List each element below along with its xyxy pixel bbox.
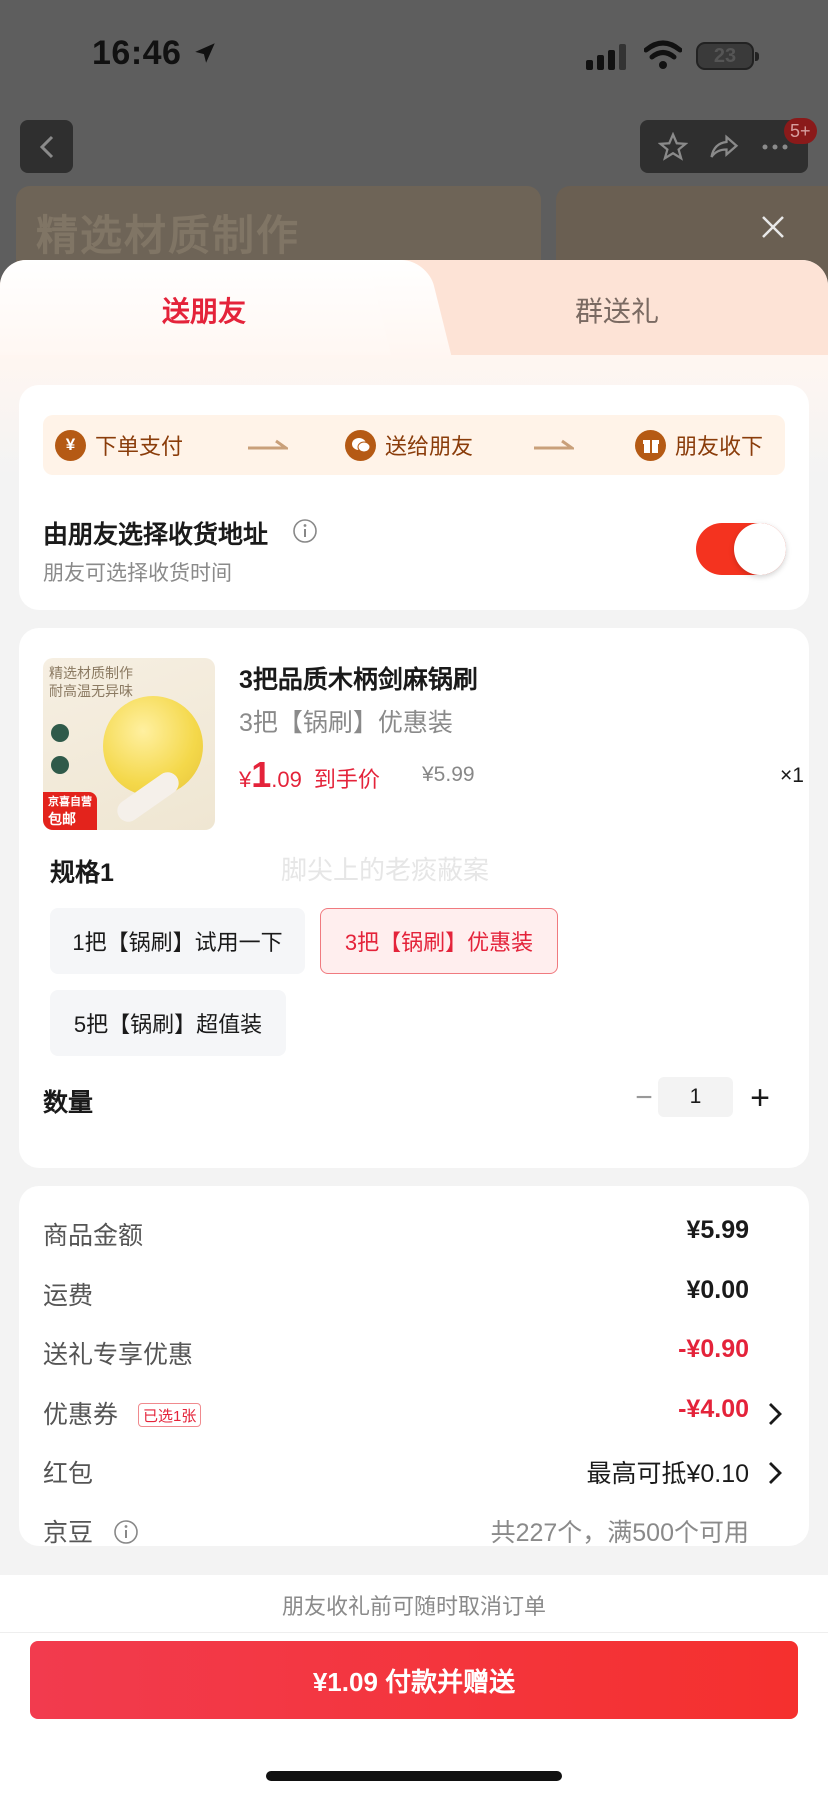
summary-label: 送礼专享优惠 — [43, 1341, 194, 1369]
tab-send-friend-label[interactable]: 送朋友 — [162, 290, 246, 330]
summary-row-jd-beans: 京豆 共227个，满500个可用 — [43, 1513, 809, 1553]
flow-step-label: 朋友收下 — [675, 434, 764, 459]
status-time: 16:46 — [92, 34, 182, 72]
background-page: 16:46 23 5+ 精选材质制作 — [0, 0, 828, 286]
watermark-text: 脚尖上的老痰蔽案 — [281, 855, 490, 885]
back-button[interactable] — [20, 120, 73, 173]
address-option-title: 由朋友选择收货地址 — [43, 521, 269, 549]
tab-bar: 送朋友 群送礼 — [0, 260, 828, 370]
summary-label: 优惠券 — [43, 1401, 119, 1429]
home-indicator — [266, 1771, 562, 1781]
summary-label: 京豆 — [43, 1519, 94, 1547]
arrow-right-icon — [534, 439, 574, 450]
spec-option-5[interactable]: 5把【锅刷】超值装 — [50, 990, 286, 1056]
info-icon[interactable] — [113, 1519, 139, 1545]
top-actions — [640, 120, 808, 173]
location-arrow-icon — [195, 43, 215, 63]
summary-value: ¥5.99 — [686, 1216, 749, 1244]
feature-dot-icon — [51, 724, 69, 742]
spec-option-1[interactable]: 1把【锅刷】试用一下 — [50, 908, 305, 974]
battery-level: 23 — [713, 44, 737, 67]
summary-value: -¥4.00 — [678, 1395, 749, 1423]
star-icon[interactable] — [658, 131, 689, 162]
tag-line: 包邮 — [48, 811, 76, 827]
chevron-right-icon[interactable] — [767, 1401, 783, 1427]
summary-label: 运费 — [43, 1282, 94, 1310]
banner-text: 精选材质制作 — [36, 212, 301, 259]
quantity-label: 数量 — [43, 1089, 94, 1117]
original-price: ¥5.99 — [422, 763, 475, 786]
friend-address-toggle[interactable] — [696, 523, 786, 575]
coupon-selected-tag: 已选1张 — [138, 1403, 202, 1427]
flow-step-send: 送给朋友 — [345, 429, 473, 461]
thumbnail-text: 精选材质制作 耐高温无异味 — [49, 664, 133, 700]
quantity-decrease-button[interactable]: − — [629, 1081, 659, 1114]
flow-step-pay: ¥ 下单支付 — [55, 429, 183, 461]
summary-value: 共227个，满500个可用 — [490, 1519, 749, 1547]
flow-step-receive: 朋友收下 — [635, 429, 763, 461]
wifi-icon — [644, 40, 682, 69]
price-decimal: .09 — [271, 767, 302, 792]
message-badge: 5+ — [784, 118, 817, 144]
wechat-icon — [345, 429, 376, 461]
chevron-left-icon — [39, 135, 53, 158]
status-bar: 16:46 23 — [0, 0, 828, 110]
cancel-note: 朋友收礼前可随时取消订单 — [281, 1594, 546, 1619]
pay-and-gift-button[interactable]: ¥1.09 付款并赠送 — [30, 1641, 798, 1719]
quantity-increase-button[interactable]: + — [743, 1079, 777, 1117]
battery-icon: 23 — [696, 42, 759, 70]
summary-row-goods: 商品金额 ¥5.99 — [43, 1216, 809, 1256]
share-icon[interactable] — [709, 132, 739, 162]
summary-row-coupon[interactable]: 优惠券 已选1张 -¥4.00 — [43, 1395, 809, 1435]
product-card: 精选材质制作 耐高温无异味 京喜自营 包邮 3把品质木柄剑麻锅刷 3把【锅刷】优… — [19, 628, 809, 1168]
summary-value: -¥0.90 — [678, 1335, 749, 1363]
thumbnail-line: 精选材质制作 — [49, 665, 133, 681]
summary-label: 红包 — [43, 1460, 94, 1488]
cellular-signal-icon — [586, 44, 626, 70]
spec-option-3-selected[interactable]: 3把【锅刷】优惠装 — [320, 908, 558, 974]
product-quantity-badge: ×1 — [780, 764, 804, 787]
product-price: ¥ 1 .09 到手价 — [239, 754, 380, 796]
flow-step-label: 送给朋友 — [385, 434, 474, 459]
price-currency: ¥ — [239, 767, 252, 792]
summary-row-gift-discount: 送礼专享优惠 -¥0.90 — [43, 1335, 809, 1375]
divider — [0, 1632, 828, 1633]
gift-flow-steps: ¥ 下单支付 送给朋友 朋友收下 — [43, 415, 785, 475]
summary-label: 商品金额 — [43, 1222, 144, 1250]
price-summary-card: 商品金额 ¥5.99 运费 ¥0.00 送礼专享优惠 -¥0.90 优惠券 已选… — [19, 1186, 809, 1547]
price-integer: 1 — [251, 754, 272, 795]
info-icon[interactable] — [292, 518, 318, 544]
tag-line: 京喜自营 — [48, 796, 92, 808]
product-title: 3把品质木柄剑麻锅刷 — [239, 666, 478, 694]
close-icon[interactable] — [758, 212, 788, 242]
quantity-input[interactable]: 1 — [658, 1077, 733, 1117]
gift-icon — [635, 429, 666, 461]
toggle-knob — [734, 523, 786, 575]
tab-group-gift-label[interactable]: 群送礼 — [575, 290, 659, 330]
summary-value: 最高可抵¥0.10 — [586, 1460, 749, 1488]
product-thumbnail[interactable]: 精选材质制作 耐高温无异味 京喜自营 包邮 — [43, 658, 215, 830]
footer-bar: 朋友收礼前可随时取消订单 ¥1.09 付款并赠送 — [0, 1575, 828, 1795]
address-option-subtitle: 朋友可选择收货时间 — [43, 562, 232, 585]
thumbnail-line: 耐高温无异味 — [49, 683, 133, 699]
flow-step-label: 下单支付 — [95, 434, 184, 459]
summary-value: ¥0.00 — [686, 1276, 749, 1304]
product-spec: 3把【锅刷】优惠装 — [239, 709, 453, 737]
spec-label: 规格1 — [50, 859, 114, 887]
gift-flow-card: ¥ 下单支付 送给朋友 朋友收下 由朋友选择收货地址 朋友可选择收货时间 — [19, 385, 809, 610]
summary-row-redpacket[interactable]: 红包 最高可抵¥0.10 — [43, 1454, 809, 1494]
yen-icon: ¥ — [55, 429, 86, 461]
chevron-right-icon[interactable] — [767, 1460, 783, 1486]
arrow-right-icon — [248, 439, 288, 450]
self-operated-tag: 京喜自营 包邮 — [43, 792, 97, 830]
feature-dot-icon — [51, 756, 69, 774]
price-note: 到手价 — [313, 767, 380, 792]
summary-row-shipping: 运费 ¥0.00 — [43, 1276, 809, 1316]
